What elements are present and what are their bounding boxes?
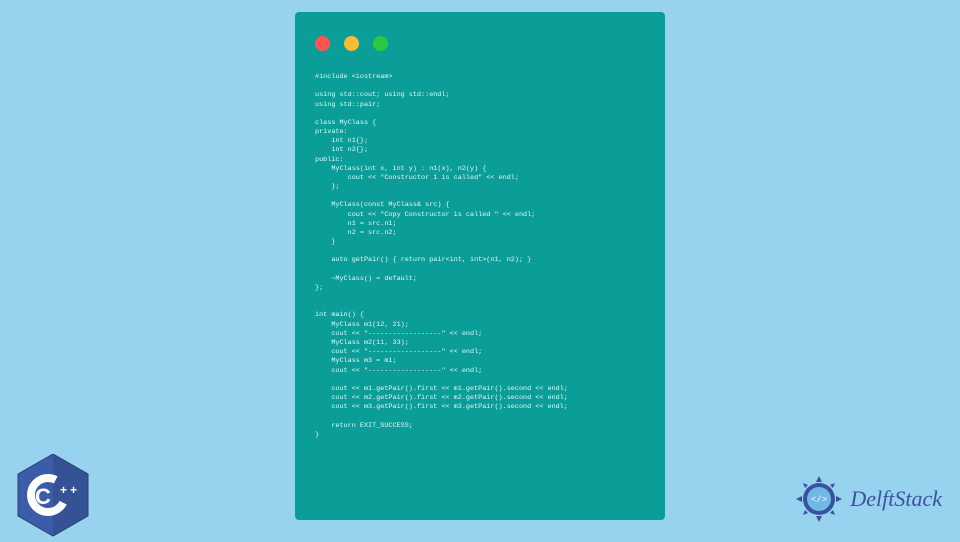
gear-icon: </> [794, 474, 844, 524]
svg-text:</>: </> [811, 495, 827, 505]
svg-text:+: + [70, 483, 77, 497]
cpp-logo: + + C [16, 454, 90, 538]
close-icon[interactable] [315, 36, 330, 51]
svg-text:C: C [35, 484, 51, 509]
code-block: #include <iostream> using std::cout; usi… [315, 73, 645, 440]
maximize-icon[interactable] [373, 36, 388, 51]
delftstack-logo: </> DelftStack [794, 474, 942, 524]
minimize-icon[interactable] [344, 36, 359, 51]
svg-text:+: + [60, 483, 67, 497]
window-controls [315, 36, 645, 51]
code-window: #include <iostream> using std::cout; usi… [295, 12, 665, 520]
delftstack-label: DelftStack [850, 486, 942, 512]
